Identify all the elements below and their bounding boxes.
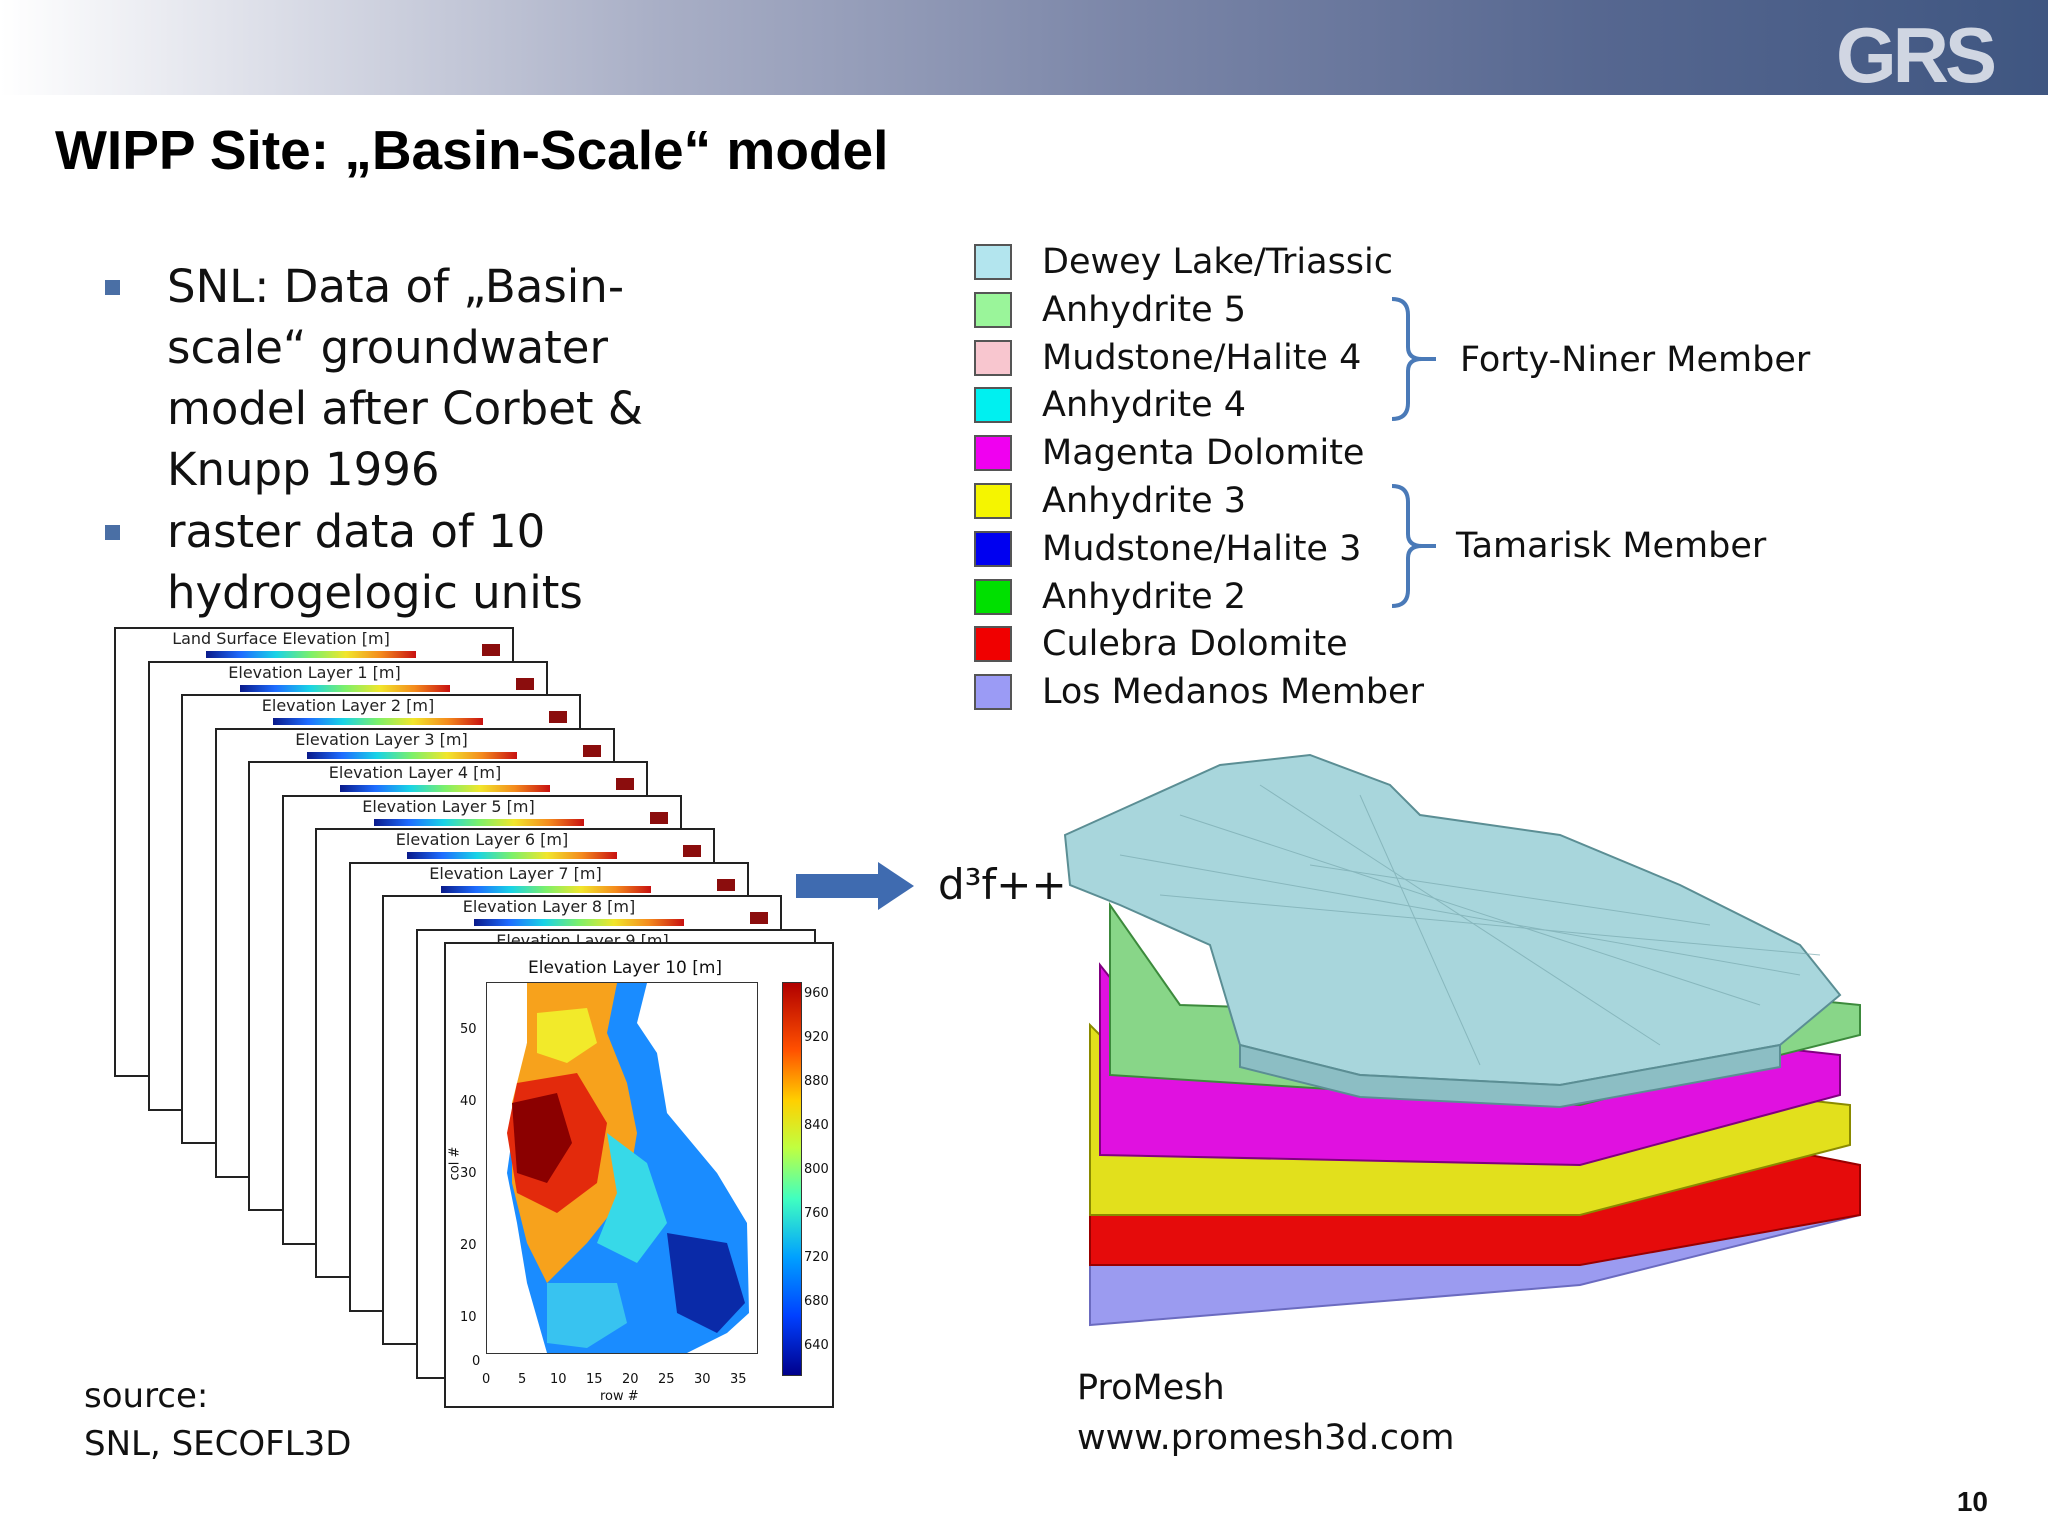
colorbar-tick: 800	[804, 1162, 829, 1177]
forty-niner-label: Forty-Niner Member	[1460, 340, 1811, 380]
colorbar-top-mark	[716, 878, 735, 891]
legend-swatch	[974, 482, 1012, 519]
legend-swatch	[974, 674, 1012, 711]
promesh-credit: ProMesh www.promesh3d.com	[1077, 1368, 1455, 1458]
y-tick: 30	[460, 1166, 477, 1181]
y-tick: 10	[460, 1310, 477, 1325]
legend-label: Anhydrite 2	[1042, 576, 1247, 617]
bullet-list: SNL: Data of „Basin-scale“ groundwater m…	[105, 256, 745, 624]
colorbar-tick: 840	[804, 1118, 829, 1133]
raster-color-strip	[206, 651, 416, 658]
x-tick: 35	[730, 1372, 747, 1387]
bullet-item: raster data of 10 hydrogelogic units	[105, 501, 745, 623]
raster-layer-title: Elevation Layer 8 [m]	[462, 897, 636, 916]
slide-title: WIPP Site: „Basin-Scale“ model	[55, 119, 889, 181]
legend-label: Culebra Dolomite	[1042, 624, 1348, 665]
raster-layer-title: Elevation Layer 2 [m]	[261, 696, 435, 715]
colorbar	[782, 982, 802, 1376]
raster-plot-area	[486, 982, 758, 1354]
legend-swatch	[974, 578, 1012, 615]
raster-layer-title: Elevation Layer 3 [m]	[295, 729, 468, 749]
legend-swatch	[974, 530, 1012, 567]
raster-color-strip	[239, 684, 450, 692]
raster-layer-title: Elevation Layer 4 [m]	[328, 763, 502, 782]
header-band: GRS	[0, 0, 2048, 99]
forty-niner-brace-icon	[1391, 297, 1436, 421]
raster-layer-title: Land Surface Elevation [m]	[172, 629, 390, 648]
y-tick: 0	[472, 1354, 481, 1369]
x-tick: 10	[550, 1372, 567, 1387]
raster-color-strip	[407, 852, 617, 859]
colorbar-top-mark	[482, 644, 500, 656]
legend-label: Los Medanos Member	[1042, 672, 1424, 713]
legend-swatch	[974, 244, 1012, 280]
x-tick: 0	[482, 1372, 491, 1387]
y-tick: 20	[460, 1238, 477, 1253]
d3f-label: d³f++	[938, 860, 1067, 909]
page-number: 10	[1956, 1486, 1988, 1517]
raster-color-strip	[340, 785, 550, 792]
grs-logo: GRS	[1835, 11, 1997, 99]
colorbar-tick: 920	[804, 1030, 829, 1045]
colorbar-top-mark	[515, 677, 534, 690]
raster-layer-title: Elevation Layer 5 [m]	[362, 796, 535, 816]
legend-label: Mudstone/Halite 3	[1042, 528, 1362, 569]
raster-color-strip	[273, 718, 483, 725]
colorbar-top-mark	[750, 912, 768, 924]
raster-layer-10-figure: Elevation Layer 10 [m] col # 50 40 30 20…	[444, 942, 834, 1408]
raster-color-strip	[373, 818, 584, 826]
bullet-marker-icon	[105, 525, 120, 540]
raster-heatmap-image	[487, 983, 757, 1353]
right-arrow-icon	[796, 862, 914, 910]
legend-swatch	[974, 291, 1012, 328]
x-axis-label: row #	[600, 1389, 639, 1404]
colorbar-top-mark	[683, 845, 701, 857]
tamarisk-label: Tamarisk Member	[1456, 526, 1767, 566]
legend-label: Anhydrite 4	[1042, 385, 1247, 426]
x-tick: 25	[658, 1372, 675, 1387]
figure-title: Elevation Layer 10 [m]	[528, 958, 723, 978]
bullet-item: SNL: Data of „Basin-scale“ groundwater m…	[105, 256, 745, 500]
legend-label: Anhydrite 5	[1042, 289, 1247, 330]
x-tick: 5	[518, 1372, 527, 1387]
colorbar-tick: 760	[804, 1206, 829, 1221]
promesh-3d-model-image	[1063, 753, 1861, 1327]
legend-label: Magenta Dolomite	[1042, 433, 1365, 474]
colorbar-top-mark	[649, 811, 668, 824]
legend-swatch	[974, 339, 1012, 376]
colorbar-top-mark	[616, 778, 634, 790]
x-tick: 15	[586, 1372, 603, 1387]
colorbar-tick: 720	[804, 1250, 829, 1265]
legend-swatch	[974, 435, 1012, 472]
legend-swatch	[974, 626, 1012, 663]
raster-color-strip	[440, 885, 651, 893]
raster-layer-title: Elevation Layer 7 [m]	[429, 863, 602, 883]
raster-layer-title: Elevation Layer 1 [m]	[228, 662, 401, 682]
colorbar-top-mark	[582, 744, 601, 757]
bullet-marker-icon	[105, 280, 120, 295]
source-note: source: SNL, SECOFL3D	[84, 1376, 352, 1464]
legend-label: Mudstone/Halite 4	[1042, 337, 1362, 378]
raster-layer-title: Elevation Layer 6 [m]	[395, 830, 569, 849]
colorbar-tick: 880	[804, 1074, 829, 1089]
y-tick: 40	[460, 1094, 477, 1109]
colorbar-tick: 680	[804, 1294, 829, 1309]
legend-swatch	[974, 387, 1012, 424]
raster-color-strip	[306, 751, 517, 759]
colorbar-top-mark	[549, 711, 567, 723]
legend-label: Dewey Lake/Triassic	[1042, 242, 1394, 282]
legend-label: Anhydrite 3	[1042, 480, 1247, 521]
colorbar-tick: 960	[804, 986, 829, 1001]
tamarisk-brace-icon	[1391, 484, 1436, 608]
colorbar-tick: 640	[804, 1338, 829, 1353]
y-tick: 50	[460, 1022, 477, 1037]
x-tick: 20	[622, 1372, 639, 1387]
raster-color-strip	[474, 919, 684, 926]
x-tick: 30	[694, 1372, 711, 1387]
